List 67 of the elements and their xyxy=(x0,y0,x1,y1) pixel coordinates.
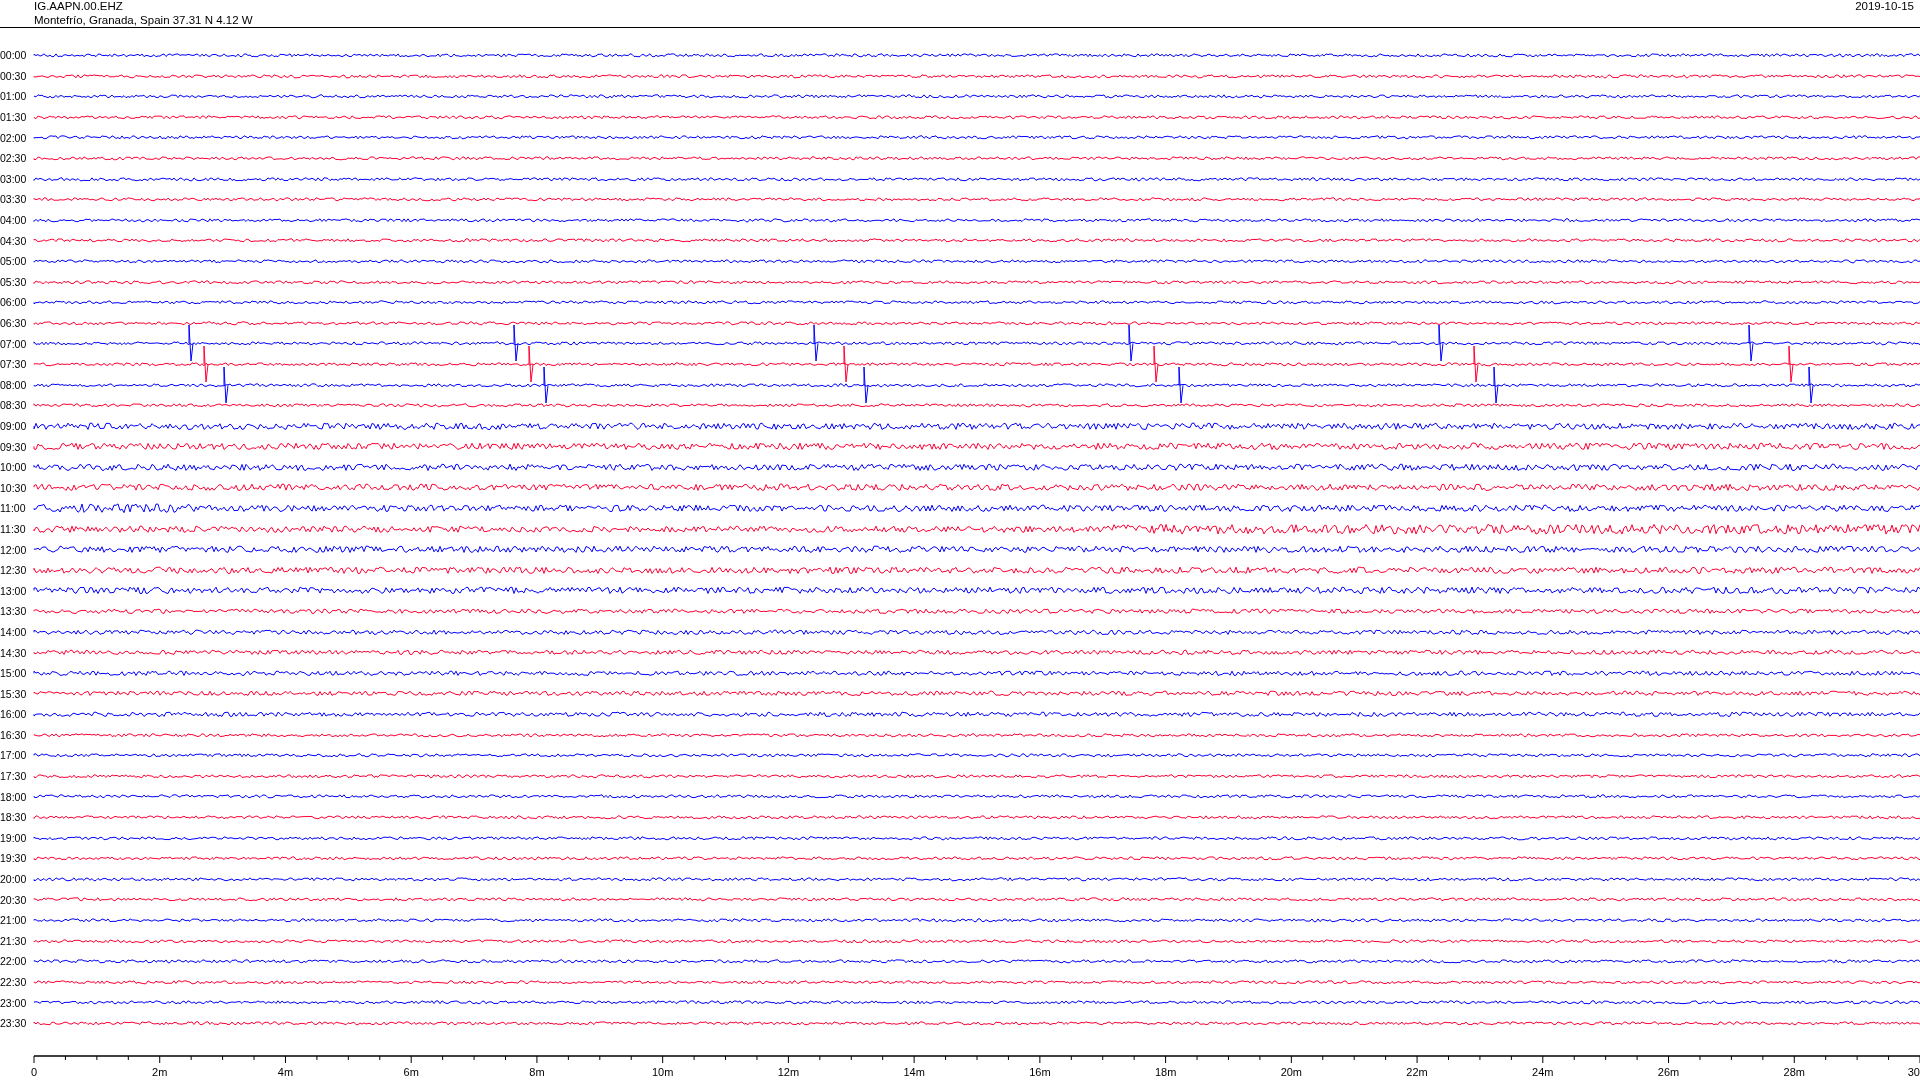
time-label: 02:00 xyxy=(0,131,28,144)
axis-tick-label: 10m xyxy=(651,1065,674,1078)
time-label: 14:00 xyxy=(0,625,28,638)
axis-tick-label: 8m xyxy=(529,1065,545,1078)
time-label: 16:00 xyxy=(0,708,28,721)
axis-tick-label: 24m xyxy=(1532,1065,1554,1078)
time-label: 19:30 xyxy=(0,852,28,865)
axis-tick-label: 14m xyxy=(903,1065,925,1078)
time-label: 09:30 xyxy=(0,440,28,453)
plot-date: 2019-10-15 xyxy=(1855,0,1914,14)
time-label: 08:00 xyxy=(0,378,28,391)
time-label: 02:30 xyxy=(0,152,28,165)
time-label: 04:30 xyxy=(0,234,28,247)
axis-tick-label: 6m xyxy=(403,1065,419,1078)
time-label: 07:30 xyxy=(0,358,28,371)
time-label: 23:30 xyxy=(0,1017,28,1030)
station-location: Montefrío, Granada, Spain 37.31 N 4.12 W xyxy=(34,13,253,27)
time-label: 07:00 xyxy=(0,337,28,350)
time-label: 18:30 xyxy=(0,811,28,824)
time-label: 15:30 xyxy=(0,687,28,700)
time-label: 22:30 xyxy=(0,976,28,988)
time-label: 11:30 xyxy=(0,522,27,535)
axis-tick-label: 2m xyxy=(152,1065,168,1078)
time-label: 15:00 xyxy=(0,667,28,680)
time-label: 12:00 xyxy=(0,543,28,556)
time-label: 03:00 xyxy=(0,172,28,185)
time-label: 00:00 xyxy=(0,49,28,62)
time-label: 05:30 xyxy=(0,275,28,288)
axis-tick-label: 26m xyxy=(1657,1065,1680,1078)
axis-tick-label: 12m xyxy=(777,1065,800,1078)
time-label: 00:30 xyxy=(0,69,28,82)
axis-tick-label: 18m xyxy=(1154,1065,1177,1078)
time-label: 01:30 xyxy=(0,111,28,124)
time-label: 17:30 xyxy=(0,770,28,783)
time-label: 21:00 xyxy=(0,914,28,927)
time-label: 08:30 xyxy=(0,399,28,412)
time-label: 13:30 xyxy=(0,605,28,618)
axis-tick-label: 16m xyxy=(1029,1065,1051,1078)
time-label: 03:30 xyxy=(0,193,28,206)
time-label: 17:00 xyxy=(0,749,28,762)
time-label: 10:30 xyxy=(0,481,28,494)
time-label: 20:30 xyxy=(0,893,28,906)
time-label: 09:00 xyxy=(0,420,28,432)
axis-tick-label: 22m xyxy=(1406,1065,1428,1078)
time-label: 10:00 xyxy=(0,461,28,474)
time-label: 18:00 xyxy=(0,790,28,803)
axis-tick-label: 30 xyxy=(1907,1065,1920,1078)
axis-tick-label: 0 xyxy=(31,1065,38,1078)
time-label: 20:00 xyxy=(0,873,28,886)
time-label: 06:00 xyxy=(0,296,28,309)
time-label: 05:00 xyxy=(0,255,28,268)
time-label: 06:30 xyxy=(0,317,28,329)
axis-tick-label: 4m xyxy=(277,1065,294,1078)
time-label: 12:30 xyxy=(0,564,28,577)
time-label: 16:30 xyxy=(0,728,28,741)
axis-tick-label: 20m xyxy=(1280,1065,1303,1078)
time-label: 04:00 xyxy=(0,214,28,227)
axis-tick-label: 28m xyxy=(1783,1065,1805,1078)
station-code: IG.AAPN.00.EHZ xyxy=(34,0,124,14)
time-label: 21:30 xyxy=(0,934,28,947)
time-label: 22:00 xyxy=(0,955,28,968)
time-label: 19:00 xyxy=(0,831,28,844)
time-label: 01:00 xyxy=(0,90,28,103)
time-label: 23:00 xyxy=(0,996,28,1009)
time-label: 14:30 xyxy=(0,646,28,659)
time-label: 11:00 xyxy=(0,502,27,515)
time-label: 13:00 xyxy=(0,584,28,597)
